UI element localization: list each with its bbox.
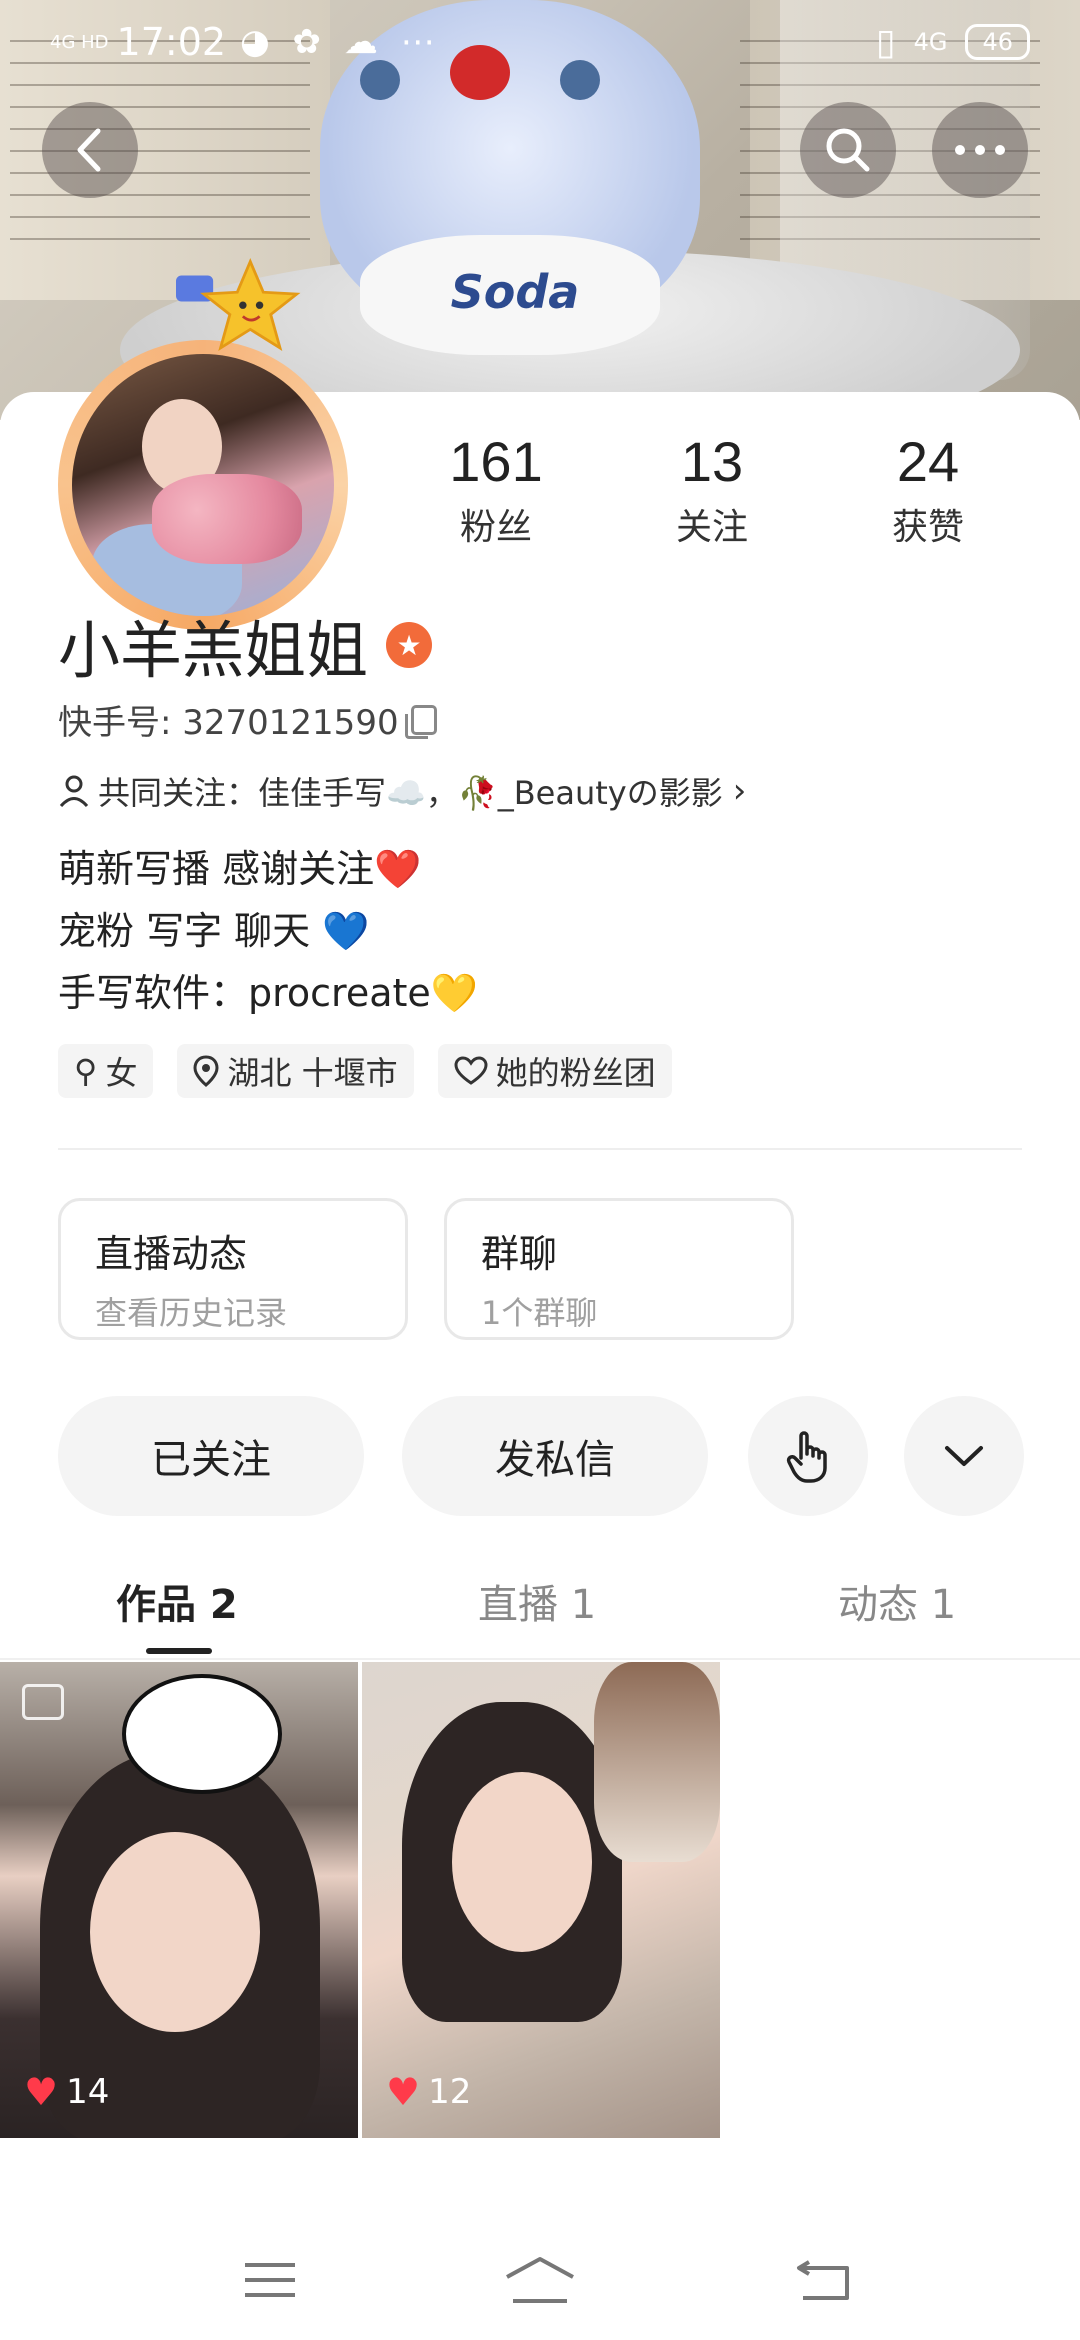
back-icon (77, 128, 101, 172)
chevron-down-icon (945, 1446, 983, 1466)
stat-fans-value: 161 (449, 430, 543, 493)
profile-name: 小羊羔姐姐 (58, 614, 369, 687)
tap-icon (786, 1431, 827, 1483)
group-chat-subtitle: 1个群聊 (481, 1294, 598, 1332)
work-thumbnail[interactable]: ♥ 12 (362, 1662, 720, 2138)
stat-likes[interactable]: 24 获赞 (848, 430, 1008, 550)
stat-likes-label: 获赞 (891, 507, 964, 548)
divider (58, 1148, 1022, 1150)
stat-following[interactable]: 13 关注 (632, 430, 792, 550)
gender-female-icon: ⚲ (74, 1052, 98, 1090)
mutual-follow-text: 共同关注：佳佳手写☁️，🥀_Beautyの影影 (98, 774, 723, 812)
kuaishou-id-row: 快手号: 3270121590 (58, 695, 437, 744)
stat-fans[interactable]: 161 粉丝 (416, 430, 576, 550)
menu-icon (245, 2263, 295, 2297)
group-chat-title: 群聊 (481, 1232, 558, 1276)
like-count: ♥ 12 (386, 2070, 471, 2114)
mobile-data-indicator: 4G (913, 28, 948, 56)
cat-image (594, 1662, 720, 1862)
mutual-follow-row[interactable]: 共同关注：佳佳手写☁️，🥀_Beautyの影影 › (58, 768, 746, 814)
tag-location-label: 湖北 十堰市 (227, 1054, 398, 1092)
bio: 萌新写播 感谢关注❤️ 宠粉 写字 聊天 💙 手写软件：procreate💛 (58, 838, 478, 1024)
followed-button[interactable]: 已关注 (58, 1396, 364, 1516)
tab-moments[interactable]: 动态 1 (838, 1572, 956, 1630)
like-count-value: 14 (66, 2072, 110, 2112)
content-tabs: 作品 2 直播 1 动态 1 (0, 1560, 1080, 1660)
search-icon (826, 128, 870, 172)
stat-following-label: 关注 (675, 507, 748, 548)
tab-works[interactable]: 作品 2 (116, 1572, 238, 1630)
message-button[interactable]: 发私信 (402, 1396, 708, 1516)
live-history-title: 直播动态 (95, 1232, 248, 1276)
vibrate-icon: ▯ (875, 21, 896, 63)
heart-icon: ♥ (24, 2070, 59, 2114)
tag-gender: ⚲ 女 (58, 1044, 154, 1098)
like-count-value: 12 (428, 2072, 472, 2112)
tag-fan-club[interactable]: 她的粉丝团 (437, 1044, 672, 1098)
verified-star-icon[interactable]: ★ (386, 622, 433, 668)
avatar[interactable] (58, 340, 348, 630)
status-notification-icons: ◕ ✿ ☁ ⋯ (240, 22, 441, 62)
more-button[interactable] (932, 102, 1028, 198)
back-button[interactable] (42, 102, 138, 198)
tab-live[interactable]: 直播 1 (478, 1572, 596, 1630)
heart-icon: ♥ (386, 2070, 421, 2114)
gallery-icon (22, 1684, 64, 1720)
tag-fan-club-label: 她的粉丝团 (495, 1054, 656, 1092)
like-count: ♥ 14 (24, 2070, 109, 2114)
dog-sticker (122, 1674, 282, 1794)
bio-line: 宠粉 写字 聊天 💙 (58, 909, 370, 953)
copy-icon[interactable] (404, 704, 437, 739)
status-bar: 4G HD 17:02 ◕ ✿ ☁ ⋯ ▯ 4G 46 (0, 0, 1080, 84)
system-nav-bar (0, 2220, 1080, 2340)
stat-following-value: 13 (680, 430, 744, 493)
name-row: 小羊羔姐姐 ★ (58, 600, 433, 690)
active-tab-indicator (146, 1648, 212, 1654)
kuaishou-id: 快手号: 3270121590 (58, 703, 399, 743)
tag-gender-label: 女 (105, 1054, 138, 1092)
stat-fans-label: 粉丝 (459, 507, 532, 548)
expand-button[interactable] (904, 1396, 1024, 1516)
status-time: 17:02 (116, 20, 227, 64)
chevron-right-icon: › (732, 771, 747, 811)
back-nav-button[interactable] (784, 2250, 864, 2310)
bio-line: 萌新写播 感谢关注❤️ (58, 847, 422, 891)
group-chat-box[interactable]: 群聊 1个群聊 (444, 1198, 794, 1340)
banner-bib-text: Soda (450, 265, 580, 319)
profile-tags: ⚲ 女 湖北 十堰市 她的粉丝团 (58, 1044, 672, 1098)
home-icon (506, 2257, 574, 2303)
stat-likes-value: 24 (896, 430, 960, 493)
network-indicator: 4G HD (50, 31, 109, 53)
location-icon (193, 1055, 219, 1087)
battery-indicator: 46 (965, 24, 1030, 60)
work-thumbnail[interactable]: ♥ 14 (0, 1662, 358, 2138)
live-history-box[interactable]: 直播动态 查看历史记录 (58, 1198, 408, 1340)
home-button[interactable] (500, 2250, 580, 2310)
tag-location: 湖北 十堰市 (177, 1044, 414, 1098)
back-nav-icon (797, 2260, 849, 2300)
menu-button[interactable] (230, 2250, 310, 2310)
search-button[interactable] (800, 102, 896, 198)
live-history-subtitle: 查看历史记录 (95, 1294, 288, 1332)
person-icon (59, 775, 89, 808)
tap-button[interactable] (748, 1396, 868, 1516)
tabs-divider (0, 1658, 1080, 1660)
fan-club-icon (454, 1056, 488, 1085)
bio-line: 手写软件：procreate💛 (58, 971, 479, 1015)
avatar-star-badge (176, 258, 301, 352)
more-icon (955, 145, 1005, 155)
